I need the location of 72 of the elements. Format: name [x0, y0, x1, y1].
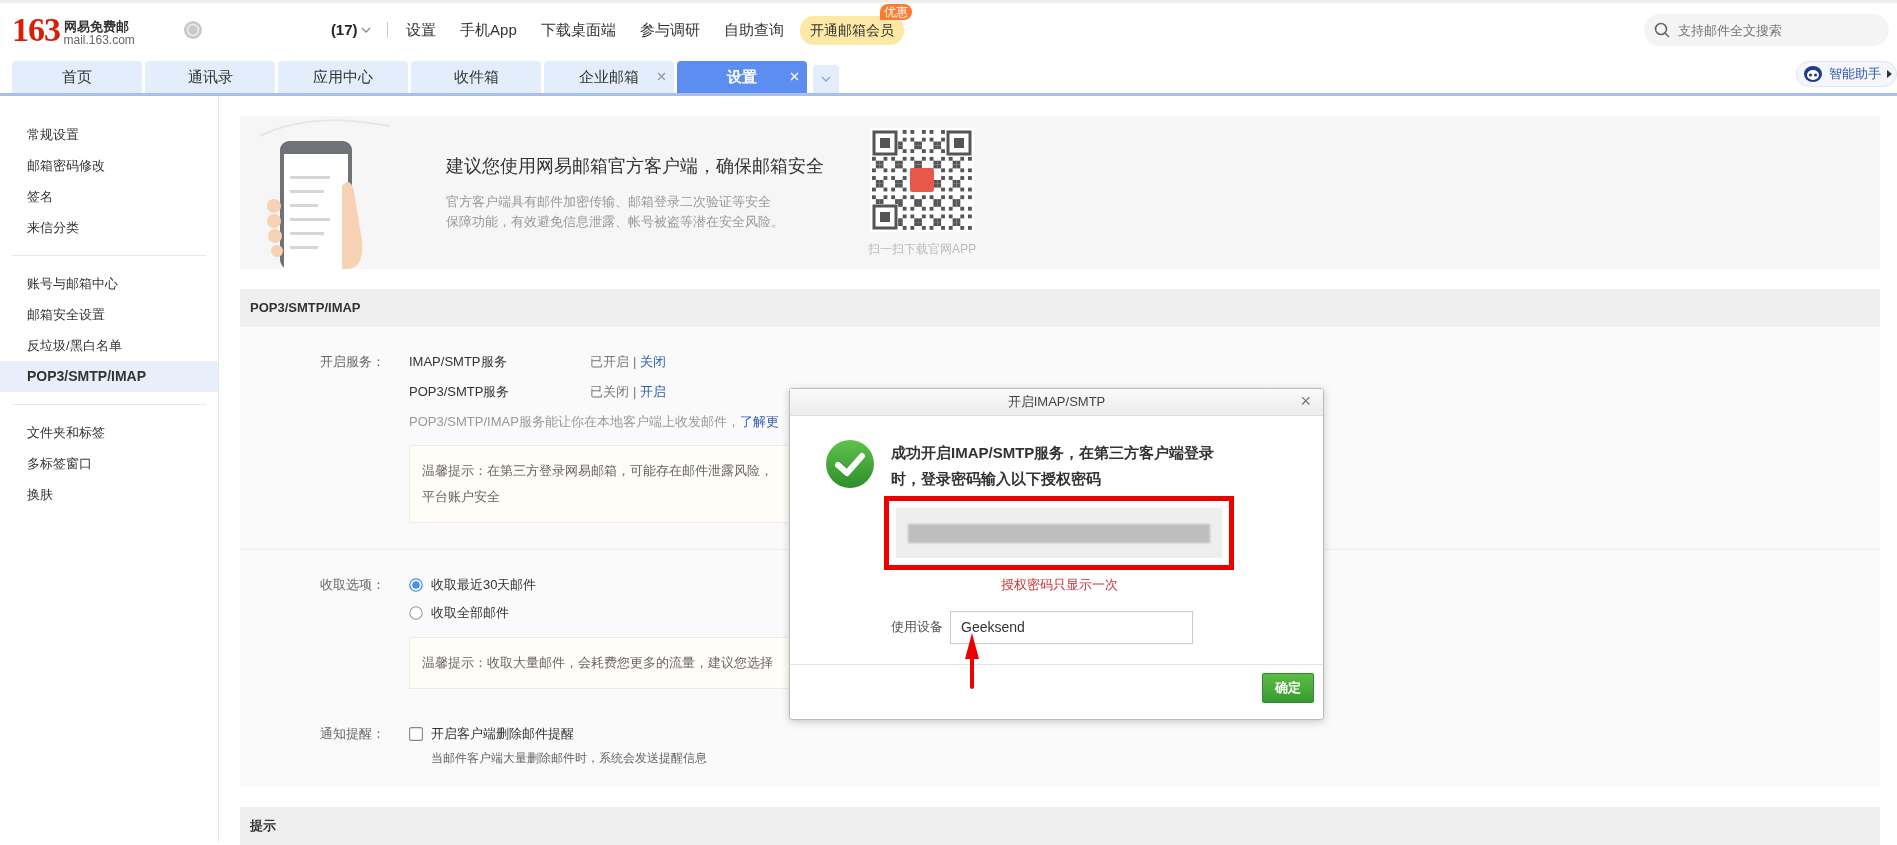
logo-domain: mail.163.com: [63, 34, 135, 48]
tip-text: 温馨提示：收取大量邮件，会耗费您更多的流量，建议您选择: [422, 655, 773, 670]
sidebar-item[interactable]: 签名: [0, 181, 218, 212]
search-icon: [1654, 22, 1670, 39]
section-title: 提示: [240, 807, 1880, 845]
nav-link[interactable]: 参与调研: [627, 18, 712, 42]
field-label: 收取选项：: [319, 576, 386, 594]
banner-title: 建议您使用网易邮箱官方客户端，确保邮箱安全: [446, 155, 824, 178]
field-label: 通知提醒：: [319, 725, 386, 743]
checkbox-label: 开启客户端删除邮件提醒: [431, 725, 574, 744]
annotation-arrow: [965, 633, 979, 689]
sidebar-item[interactable]: 邮箱安全设置: [0, 299, 218, 330]
banner-description: 官方客户端具有邮件加密传输、邮箱登录二次验证等安全: [446, 193, 772, 211]
separator: |: [633, 353, 637, 372]
device-field[interactable]: Geeksend: [950, 610, 1193, 644]
chevron-icon: [361, 26, 372, 34]
tab-menu-button[interactable]: [813, 65, 839, 93]
logo-name: 网易免费邮: [63, 19, 130, 34]
sidebar-item[interactable]: 反垃圾/黑白名单: [0, 330, 218, 361]
sidebar-item[interactable]: POP3/SMTP/IMAP: [0, 361, 218, 392]
coin-icon[interactable]: [182, 20, 203, 41]
tab[interactable]: 收件箱: [411, 61, 541, 93]
warning-text: 授权密码只显示一次: [999, 576, 1119, 594]
sidebar-item[interactable]: 常规设置: [0, 119, 218, 150]
success-message: 成功开启IMAP/SMTP服务，在第三方客户端登录时，登录密码输入以下授权密码: [891, 443, 1216, 489]
sidebar-item[interactable]: 账号与邮箱中心: [0, 268, 218, 299]
tip-text: 平台账户安全: [422, 489, 500, 504]
checkbox[interactable]: [409, 727, 423, 741]
nav-link[interactable]: 下载桌面端: [528, 18, 628, 42]
sidebar-item[interactable]: 文件夹和标签: [0, 417, 218, 448]
radio-label: 收取最近30天邮件: [431, 576, 537, 595]
service-name: IMAP/SMTP服务: [409, 353, 508, 372]
service-status: 已关闭: [590, 383, 629, 402]
dialog-title: 开启IMAP/SMTP: [1007, 393, 1106, 412]
close-icon[interactable]: [657, 72, 666, 81]
service-toggle-link[interactable]: 关闭: [640, 352, 667, 372]
nav-link[interactable]: 设置: [394, 18, 449, 42]
sidebar-item[interactable]: 多标签窗口: [0, 448, 218, 479]
search-field[interactable]: 支持邮件全文搜索: [1644, 14, 1889, 47]
service-status: 已开启: [590, 353, 629, 372]
sidebar-item[interactable]: 换肤: [0, 479, 218, 510]
nav-link[interactable]: 手机App: [448, 18, 529, 42]
tip-text: 温馨提示：在第三方登录网易邮箱，可能存在邮件泄露风险，: [422, 463, 773, 478]
caret-icon: [1887, 70, 1892, 78]
service-name: POP3/SMTP服务: [409, 383, 511, 402]
tab[interactable]: 通讯录: [145, 61, 275, 93]
discount-badge: 优惠: [879, 3, 912, 20]
service-description: POP3/SMTP/IMAP服务能让你在本地客户端上收发邮件，: [409, 413, 740, 432]
field-label: 开启服务：: [319, 353, 386, 371]
assistant-button[interactable]: 智能助手: [1796, 61, 1897, 87]
field-label: 使用设备: [891, 618, 943, 637]
close-button[interactable]: ×: [1298, 391, 1313, 411]
nav-link[interactable]: 自助查询: [711, 18, 796, 42]
sidebar-item[interactable]: 邮箱密码修改: [0, 150, 218, 181]
unread-count-button[interactable]: (17): [330, 18, 372, 42]
radio-button[interactable]: [409, 578, 423, 592]
tab[interactable]: 应用中心: [278, 61, 408, 93]
radio-label: 收取全部邮件: [431, 604, 509, 623]
robot-icon: [1803, 64, 1823, 84]
section-title: POP3/SMTP/IMAP: [240, 289, 1880, 327]
separator: |: [633, 383, 637, 402]
banner-description: 保障功能，有效避免信息泄露、帐号被盗等潜在安全风险。: [446, 213, 785, 231]
hint-text: 当邮件客户端大量删除邮件时，系统会发送提醒信息: [430, 750, 708, 767]
chevron-icon: [821, 75, 831, 83]
learn-more-link[interactable]: 了解更: [739, 412, 779, 432]
service-toggle-link[interactable]: 开启: [640, 382, 667, 402]
sidebar-item[interactable]: 来信分类: [0, 212, 218, 243]
tab[interactable]: 企业邮箱: [544, 61, 674, 93]
success-icon: [826, 440, 874, 488]
tab[interactable]: 首页: [12, 61, 142, 93]
radio-button[interactable]: [409, 606, 423, 620]
logo-number: 163: [12, 13, 60, 48]
